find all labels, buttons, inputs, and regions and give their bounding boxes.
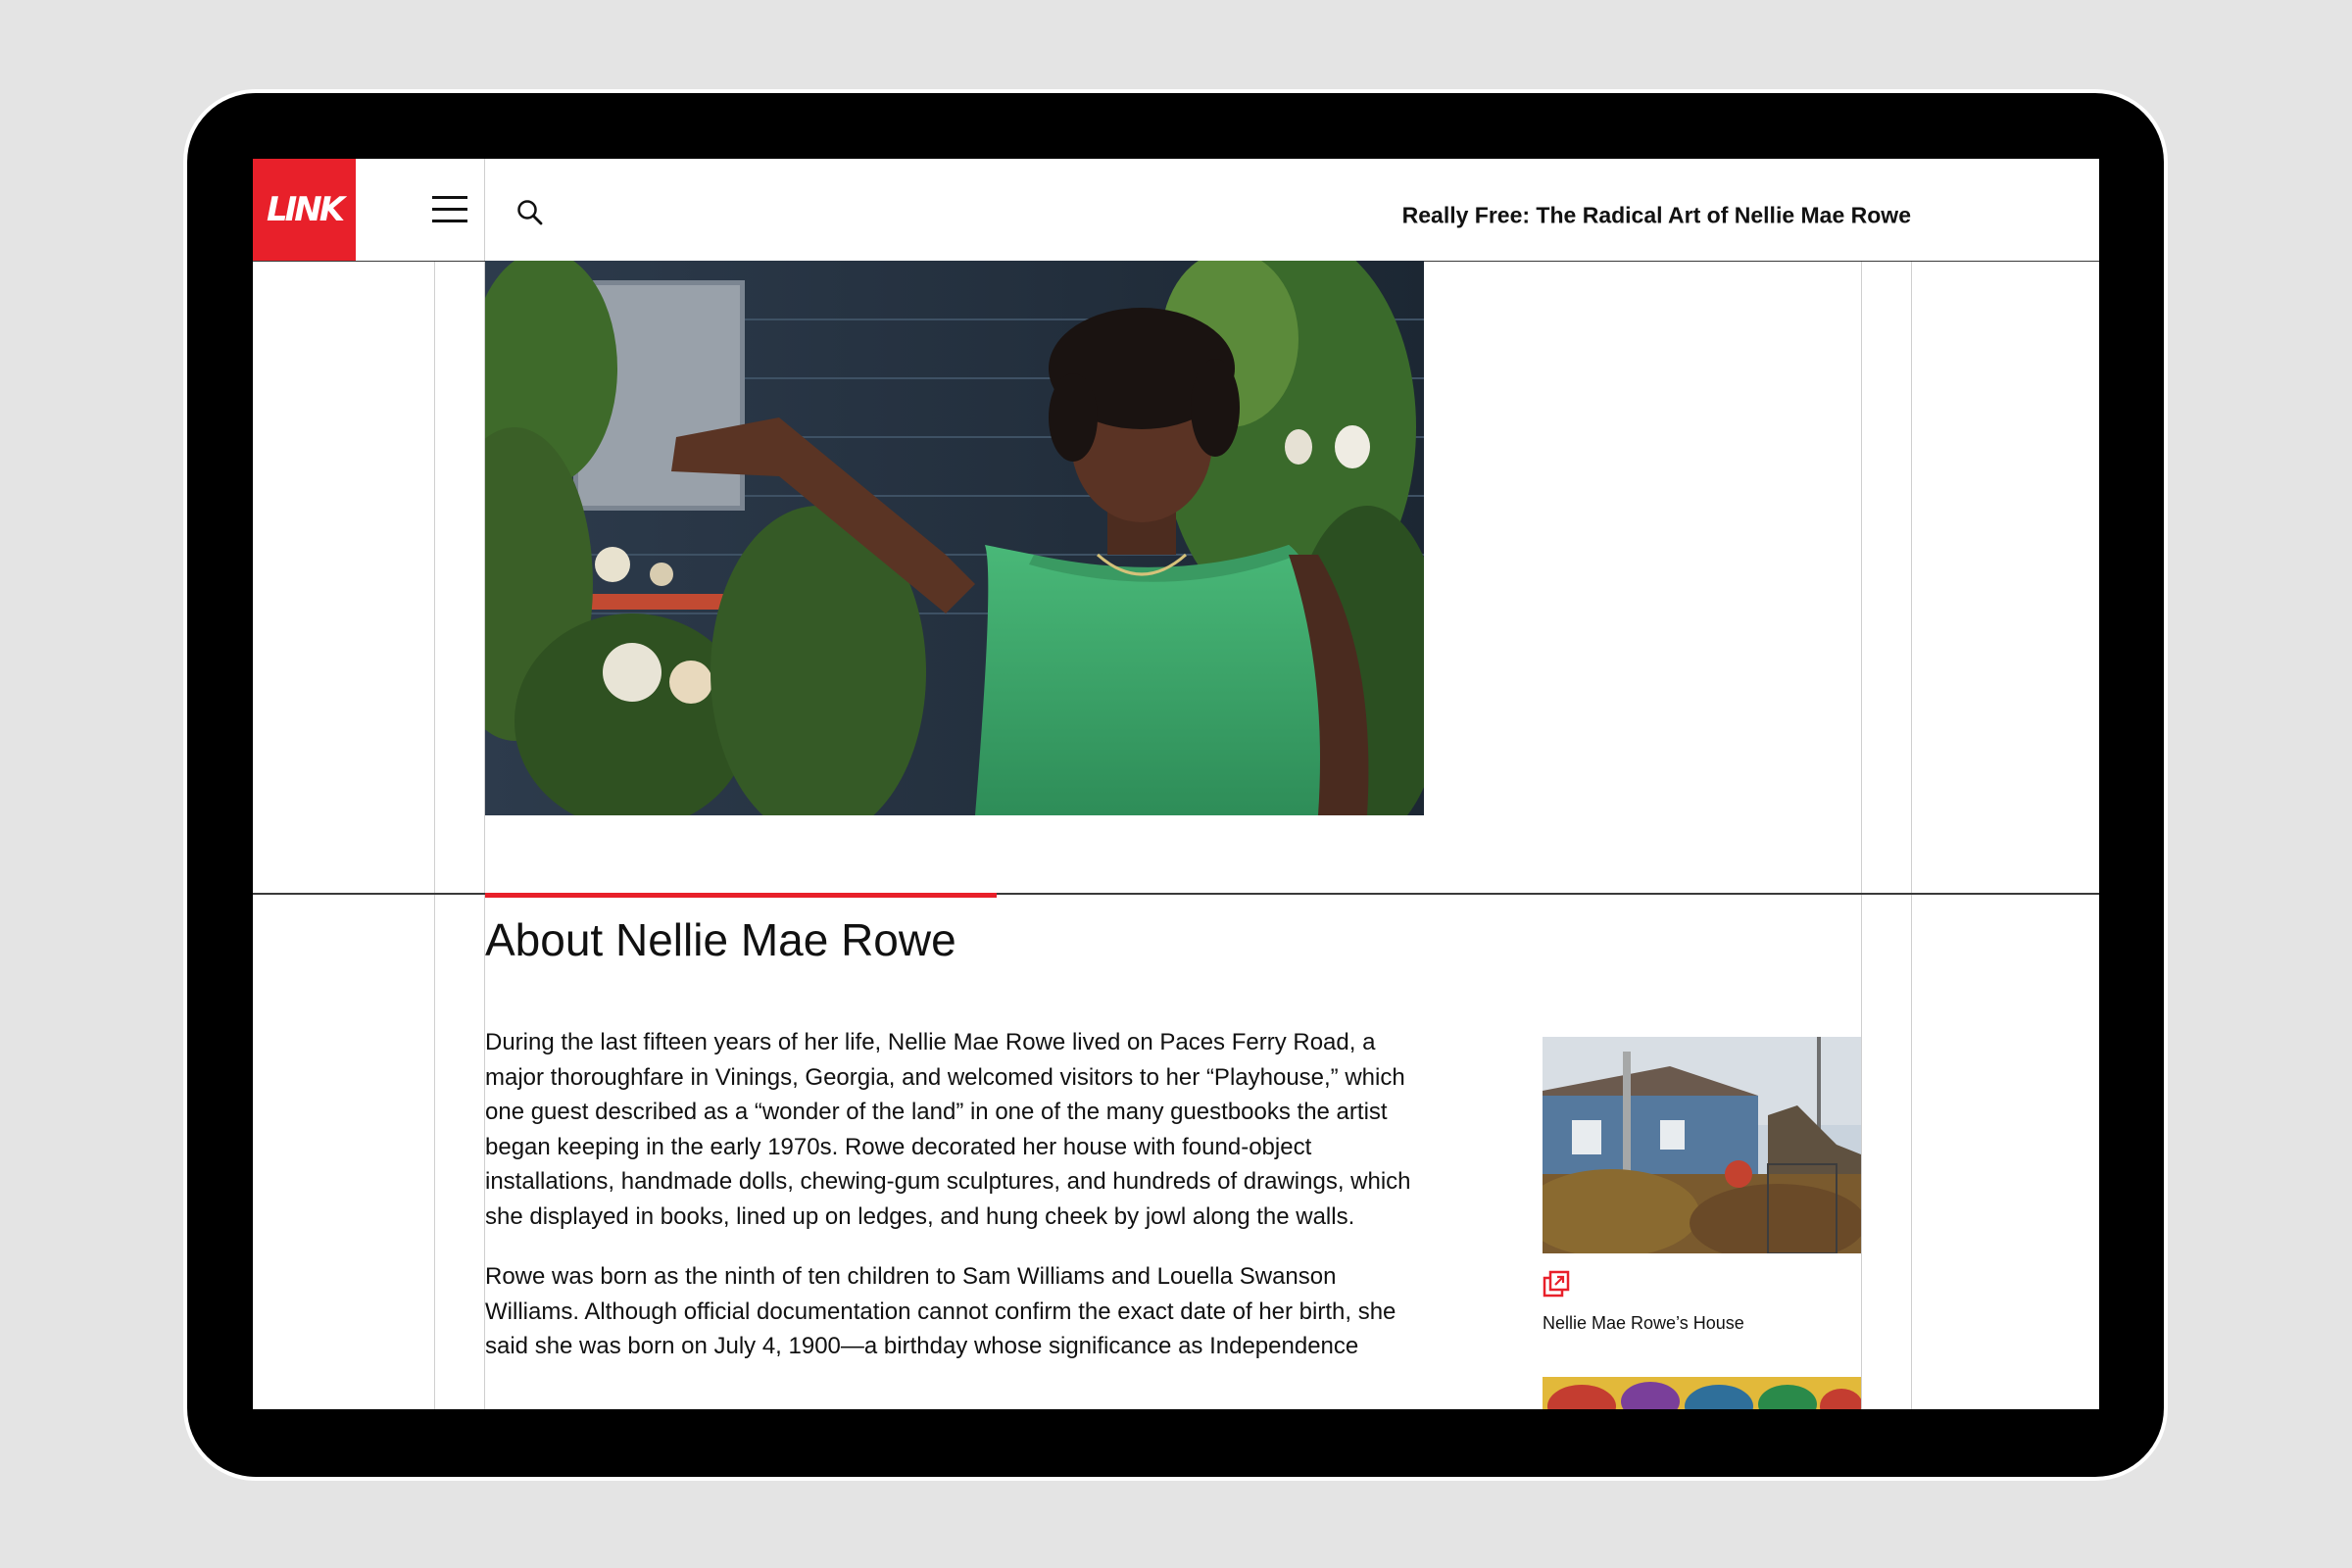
logo-text: LINK bbox=[266, 190, 345, 229]
hamburger-menu-icon[interactable] bbox=[432, 196, 467, 223]
expand-image-icon[interactable] bbox=[1543, 1270, 1570, 1298]
top-header: LINK Really Free: The Radical Art of Nel… bbox=[253, 159, 2099, 261]
paragraph: During the last fifteen years of her lif… bbox=[485, 1029, 1411, 1230]
hero-photo-nellie-mae-rowe bbox=[485, 261, 1424, 815]
house-photo-thumbnail[interactable] bbox=[1543, 1037, 1861, 1253]
section-heading: About Nellie Mae Rowe bbox=[485, 914, 956, 965]
paragraph: Rowe was born as the ninth of ten childr… bbox=[485, 1263, 1396, 1359]
grid-line bbox=[1911, 261, 1912, 1409]
article-body: During the last fifteen years of her lif… bbox=[485, 1025, 1426, 1390]
site-logo[interactable]: LINK bbox=[253, 159, 356, 261]
grid-line bbox=[434, 261, 435, 1409]
image-caption: Nellie Mae Rowe’s House bbox=[1543, 1313, 1744, 1333]
search-icon[interactable] bbox=[515, 198, 545, 227]
grid-line bbox=[1861, 261, 1862, 1409]
artwork-thumbnail[interactable] bbox=[1543, 1377, 1861, 1409]
page-title: Really Free: The Radical Art of Nellie M… bbox=[1401, 202, 1911, 228]
section-accent-bar bbox=[485, 893, 997, 898]
screen: LINK Really Free: The Radical Art of Nel… bbox=[253, 159, 2099, 1409]
header-divider bbox=[484, 159, 485, 261]
